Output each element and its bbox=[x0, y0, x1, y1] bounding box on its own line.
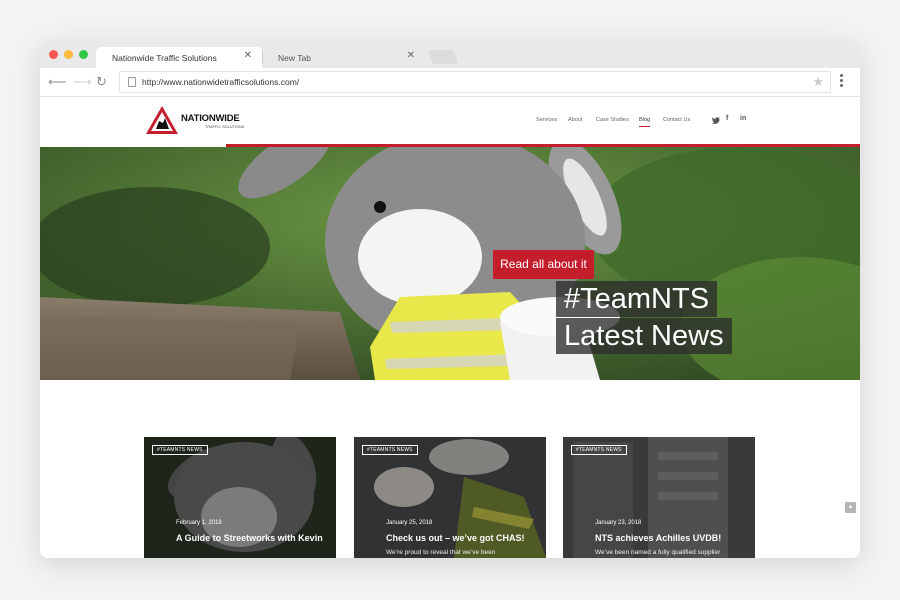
post-excerpt: We’re proud to reveal that we’ve been bbox=[386, 549, 496, 556]
logo-name: NATIONWIDE bbox=[181, 113, 240, 124]
post-tag[interactable]: #TEAMNTS NEWS bbox=[362, 445, 418, 455]
post-title[interactable]: A Guide to Streetworks with Kevin bbox=[176, 532, 326, 545]
nav-blog[interactable]: Blog bbox=[639, 117, 651, 127]
post-date: February 1, 2018 bbox=[176, 520, 222, 526]
post-excerpt: We’ve been named a fully qualified suppl… bbox=[595, 549, 721, 556]
forward-arrow-icon[interactable]: ⟶ bbox=[73, 75, 92, 88]
close-icon[interactable]: ✕ bbox=[244, 51, 252, 61]
bookmark-star-icon[interactable]: ★ bbox=[812, 75, 824, 88]
linkedin-icon[interactable]: in bbox=[740, 115, 746, 122]
nav-about[interactable]: About bbox=[568, 117, 582, 123]
site-header: NATIONWIDE TRAFFIC SOLUTIONS Services Ab… bbox=[40, 97, 860, 148]
twitter-icon[interactable] bbox=[712, 117, 720, 124]
post-card[interactable]: #TEAMNTS NEWS January 23, 2018 NTS achie… bbox=[563, 437, 755, 558]
post-date: January 25, 2018 bbox=[386, 520, 433, 526]
logo-tagline: TRAFFIC SOLUTIONS bbox=[205, 125, 245, 129]
tab-new-tab[interactable]: New Tab ✕ bbox=[262, 47, 425, 68]
post-title[interactable]: NTS achieves Achilles UVDB! bbox=[595, 532, 745, 545]
scroll-to-top-button[interactable]: ▲ bbox=[845, 502, 856, 513]
new-tab-button[interactable] bbox=[427, 50, 459, 64]
post-tag[interactable]: #TEAMNTS NEWS bbox=[571, 445, 627, 455]
tab-strip: Nationwide Traffic Solutions ✕ New Tab ✕ bbox=[40, 41, 860, 68]
hero-headline-line1: #TeamNTS bbox=[556, 281, 718, 317]
website: NATIONWIDE TRAFFIC SOLUTIONS Services Ab… bbox=[40, 97, 860, 558]
warning-triangle-icon bbox=[146, 106, 178, 134]
browser-toolbar: ⟵ ⟶ ↻ http://www.nationwidetrafficsoluti… bbox=[40, 68, 860, 97]
tab-label: Nationwide Traffic Solutions bbox=[112, 53, 217, 63]
logo[interactable]: NATIONWIDE TRAFFIC SOLUTIONS bbox=[145, 105, 245, 137]
nav-case-studies[interactable]: Case Studies bbox=[596, 117, 629, 123]
post-card[interactable]: #TEAMNTS NEWS February 1, 2018 A Guide t… bbox=[144, 437, 336, 558]
minimize-window-button[interactable] bbox=[64, 50, 73, 59]
nav-contact-us[interactable]: Contact Us bbox=[663, 117, 690, 123]
hero-headline-line2: Latest News bbox=[556, 318, 732, 354]
tab-label: New Tab bbox=[278, 53, 311, 63]
nav-services[interactable]: Services bbox=[536, 117, 557, 123]
post-title[interactable]: Check us out – we’ve got CHAS! bbox=[386, 532, 536, 545]
back-arrow-icon[interactable]: ⟵ bbox=[48, 75, 67, 88]
facebook-icon[interactable]: f bbox=[726, 115, 728, 122]
post-date: January 23, 2018 bbox=[595, 520, 642, 526]
reload-icon[interactable]: ↻ bbox=[96, 75, 107, 88]
address-bar[interactable]: http://www.nationwidetrafficsolutions.co… bbox=[119, 71, 831, 93]
page-icon bbox=[128, 77, 136, 87]
menu-icon[interactable] bbox=[840, 74, 844, 89]
browser-window: Nationwide Traffic Solutions ✕ New Tab ✕… bbox=[40, 41, 860, 558]
post-tag[interactable]: #TEAMNTS NEWS bbox=[152, 445, 208, 455]
close-icon[interactable]: ✕ bbox=[407, 51, 415, 61]
post-card[interactable]: #TEAMNTS NEWS January 25, 2018 Check us … bbox=[354, 437, 546, 558]
url-text: http://www.nationwidetrafficsolutions.co… bbox=[142, 77, 300, 87]
hero-image bbox=[40, 147, 860, 380]
hero-banner: Read all about it #TeamNTS Latest News bbox=[40, 147, 860, 380]
maximize-window-button[interactable] bbox=[79, 50, 88, 59]
tab-nationwide[interactable]: Nationwide Traffic Solutions ✕ bbox=[96, 47, 262, 68]
read-all-button[interactable]: Read all about it bbox=[493, 250, 594, 279]
close-window-button[interactable] bbox=[49, 50, 58, 59]
